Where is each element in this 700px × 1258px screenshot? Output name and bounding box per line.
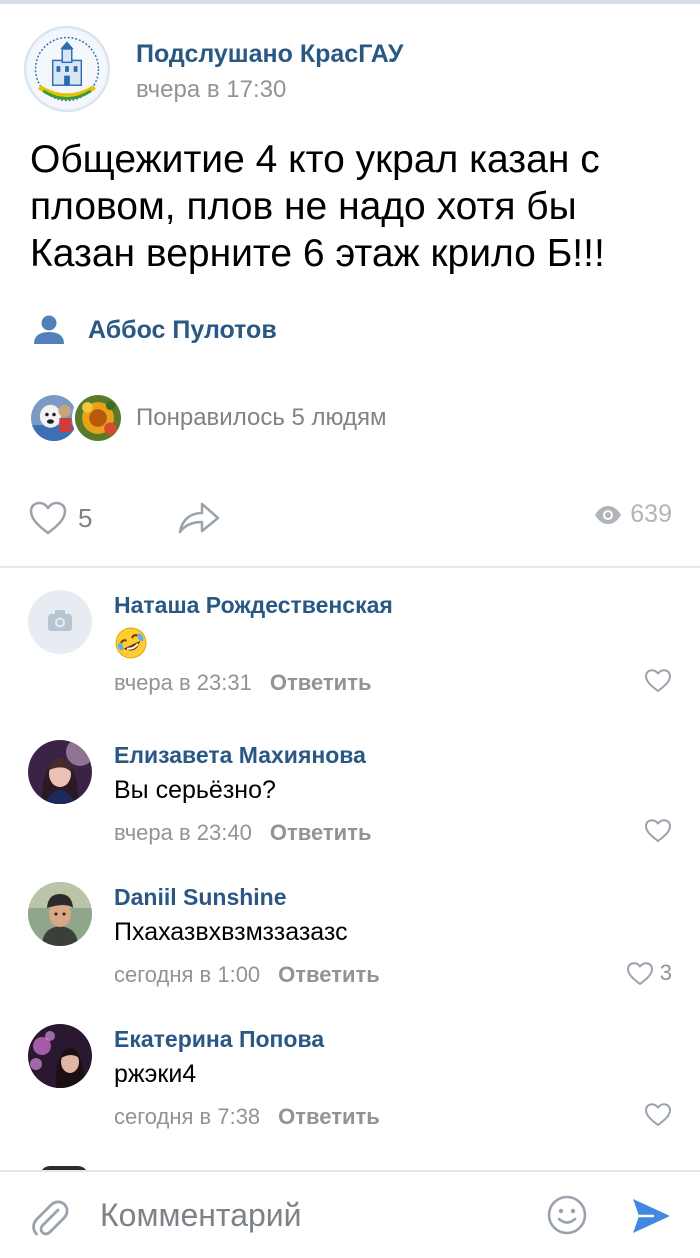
comment-time: вчера в 23:31 — [114, 670, 252, 695]
like-button[interactable]: 5 — [28, 496, 92, 540]
comment-avatar[interactable] — [28, 1024, 92, 1088]
smile-icon[interactable] — [546, 1194, 588, 1236]
comment-avatar[interactable] — [28, 882, 92, 946]
attach-icon[interactable] — [30, 1198, 70, 1238]
comments-divider — [0, 566, 700, 568]
post-text: Общежитие 4 кто украл казан с пловом, пл… — [30, 138, 605, 275]
like-count: 5 — [78, 502, 93, 533]
heart-icon — [645, 819, 671, 842]
comment-composer — [0, 1170, 700, 1258]
views: 639 — [594, 500, 672, 529]
user-icon — [34, 315, 64, 344]
post-header: Подслушано КрасГАУ вчера в 17:30 — [24, 26, 674, 116]
comment-time: сегодня в 7:38 — [114, 1104, 261, 1129]
comment-text: Вы серьёзно? — [114, 776, 276, 804]
post-time: вчера в 17:30 — [136, 76, 287, 103]
top-divider — [0, 0, 700, 4]
avatar-photo — [28, 740, 92, 804]
comment-text — [114, 626, 148, 667]
comment-meta: вчера в 23:31 Ответить — [114, 670, 372, 696]
liker-avatar[interactable] — [72, 392, 124, 444]
rofl-emoji-icon — [115, 627, 147, 659]
reply-button[interactable]: Ответить — [270, 670, 372, 695]
comment-avatar[interactable] — [28, 590, 92, 654]
heart-icon — [626, 961, 653, 985]
comment-meta: вчера в 23:40 Ответить — [114, 820, 372, 846]
send-icon[interactable] — [630, 1196, 672, 1236]
comment-author[interactable]: Екатерина Попова — [114, 1026, 324, 1053]
avatar-photo — [75, 395, 121, 441]
comment-like-count: 3 — [659, 960, 672, 985]
camera-icon — [28, 590, 92, 654]
comment-like-button[interactable] — [644, 1102, 672, 1127]
reply-button[interactable]: Ответить — [270, 820, 372, 845]
likers-row[interactable]: Понравилось 5 людям — [28, 392, 668, 446]
view-count: 639 — [630, 500, 672, 528]
avatar-photo — [31, 395, 77, 441]
comment-like-button[interactable] — [644, 818, 672, 843]
comment-time: сегодня в 1:00 — [114, 962, 261, 987]
avatar-photo — [28, 1024, 92, 1088]
comment-author[interactable]: Елизавета Махиянова — [114, 742, 366, 769]
heart-icon — [645, 1103, 671, 1126]
comment-like-button[interactable] — [644, 668, 672, 693]
comment-time: вчера в 23:40 — [114, 820, 252, 845]
comment-input[interactable] — [100, 1188, 520, 1242]
author-name[interactable]: Аббос Пулотов — [88, 316, 277, 345]
community-name[interactable]: Подслушано КрасГАУ — [136, 40, 403, 69]
avatar-photo — [28, 882, 92, 946]
heart-icon — [29, 501, 67, 535]
likes-text[interactable]: Понравилось 5 людям — [136, 404, 387, 432]
share-icon[interactable] — [176, 498, 222, 538]
comment-author[interactable]: Наташа Рождественская — [114, 592, 393, 619]
post-actions: 5 639 — [28, 496, 672, 542]
comment-text: ржэки4 — [114, 1060, 197, 1088]
community-logo-icon — [27, 29, 107, 109]
eye-icon — [595, 505, 622, 524]
comment-text: Пхахазвхвзмззазазс — [114, 918, 348, 946]
reply-button[interactable]: Ответить — [278, 1104, 380, 1129]
comment-meta: сегодня в 1:00 Ответить — [114, 962, 380, 988]
comment-meta: сегодня в 7:38 Ответить — [114, 1104, 380, 1130]
comment-like-button[interactable]: 3 — [626, 960, 672, 986]
comment-author[interactable]: Daniil Sunshine — [114, 884, 287, 911]
community-avatar[interactable] — [24, 26, 110, 112]
heart-icon — [645, 669, 671, 692]
comment-avatar[interactable] — [28, 740, 92, 804]
reply-button[interactable]: Ответить — [278, 962, 380, 987]
